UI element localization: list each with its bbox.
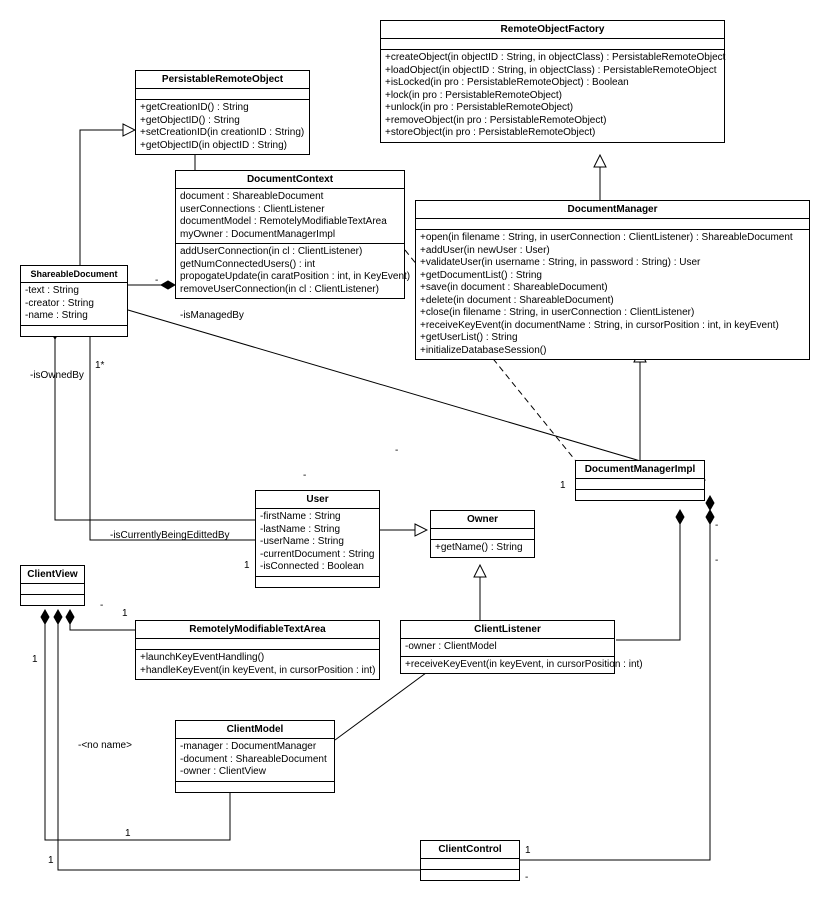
class-title: DocumentContext: [176, 171, 404, 189]
member-row: -owner : ClientView: [180, 766, 330, 779]
member-row: -lastName : String: [260, 524, 375, 537]
member-row: +getDocumentList() : String: [420, 270, 805, 283]
class-title: Owner: [431, 511, 534, 529]
member-row: +getObjectID(in objectID : String): [140, 140, 305, 153]
member-row: +removeObject(in pro : PersistableRemote…: [385, 115, 720, 128]
label-no-name: -<no name>: [78, 740, 132, 751]
class-client-model: ClientModel -manager : DocumentManager-d…: [175, 720, 335, 793]
member-row: +initializeDatabaseSession(): [420, 345, 805, 358]
member-row: +isLocked(in pro : PersistableRemoteObje…: [385, 77, 720, 90]
mult-1star: 1*: [95, 360, 104, 371]
member-row: -owner : ClientModel: [405, 641, 610, 654]
label-is-managed-by: -isManagedBy: [180, 310, 244, 321]
member-row: documentModel : RemotelyModifiableTextAr…: [180, 216, 400, 229]
member-row: +receiveKeyEvent(in keyEvent, in cursorP…: [405, 659, 610, 672]
member-row: myOwner : DocumentManagerImpl: [180, 229, 400, 242]
member-row: -text : String: [25, 285, 123, 298]
class-client-view: ClientView: [20, 565, 85, 606]
member-row: -currentDocument : String: [260, 549, 375, 562]
member-row: +handleKeyEvent(in keyEvent, in cursorPo…: [140, 665, 375, 678]
member-row: userConnections : ClientListener: [180, 204, 400, 217]
class-title: ShareableDocument: [21, 266, 127, 283]
mult-1: 1: [32, 654, 38, 665]
mult-1: 1: [525, 845, 531, 856]
member-row: +createObject(in objectID : String, in o…: [385, 52, 720, 65]
member-row: +save(in document : ShareableDocument): [420, 282, 805, 295]
class-client-control: ClientControl: [420, 840, 520, 881]
member-row: -isConnected : Boolean: [260, 561, 375, 574]
mult-1: 1: [122, 608, 128, 619]
mult-dash: -: [100, 600, 103, 611]
class-user: User -firstName : String-lastName : Stri…: [255, 490, 380, 588]
member-row: -creator : String: [25, 298, 123, 311]
class-client-listener: ClientListener -owner : ClientModel +rec…: [400, 620, 615, 674]
class-title: PersistableRemoteObject: [136, 71, 309, 89]
class-title: ClientModel: [176, 721, 334, 739]
class-title: RemotelyModifiableTextArea: [136, 621, 379, 639]
member-row: +loadObject(in objectID : String, in obj…: [385, 65, 720, 78]
member-row: -document : ShareableDocument: [180, 754, 330, 767]
member-row: +getCreationID() : String: [140, 102, 305, 115]
member-row: +validateUser(in username : String, in p…: [420, 257, 805, 270]
member-row: propogateUpdate(in caratPosition : int, …: [180, 271, 400, 284]
member-row: +unlock(in pro : PersistableRemoteObject…: [385, 102, 720, 115]
label-is-owned-by: -isOwnedBy: [30, 370, 84, 381]
class-title: User: [256, 491, 379, 509]
member-row: +setCreationID(in creationID : String): [140, 127, 305, 140]
class-title: ClientControl: [421, 841, 519, 859]
member-row: -userName : String: [260, 536, 375, 549]
class-title: DocumentManagerImpl: [576, 461, 704, 479]
member-row: +open(in filename : String, in userConne…: [420, 232, 805, 245]
member-row: +launchKeyEventHandling(): [140, 652, 375, 665]
member-row: document : ShareableDocument: [180, 191, 400, 204]
mult-dash: -: [303, 470, 306, 481]
member-row: +close(in filename : String, in userConn…: [420, 307, 805, 320]
mult-dash: -: [715, 555, 718, 566]
member-row: +getUserList() : String: [420, 332, 805, 345]
class-persistable-remote-object: PersistableRemoteObject +getCreationID()…: [135, 70, 310, 155]
member-row: +getObjectID() : String: [140, 115, 305, 128]
member-row: +addUser(in newUser : User): [420, 245, 805, 258]
class-document-context: DocumentContext document : ShareableDocu…: [175, 170, 405, 299]
member-row: +receiveKeyEvent(in documentName : Strin…: [420, 320, 805, 333]
member-row: +getName() : String: [435, 542, 530, 555]
class-title: DocumentManager: [416, 201, 809, 219]
member-row: removeUserConnection(in cl : ClientListe…: [180, 284, 400, 297]
member-row: addUserConnection(in cl : ClientListener…: [180, 246, 400, 259]
class-title: ClientListener: [401, 621, 614, 639]
member-row: +lock(in pro : PersistableRemoteObject): [385, 90, 720, 103]
mult-1: 1: [48, 855, 54, 866]
class-remotely-modifiable-text-area: RemotelyModifiableTextArea +launchKeyEve…: [135, 620, 380, 680]
label-is-currently-being-editted-by: -isCurrentlyBeingEdittedBy: [110, 530, 230, 541]
class-shareable-document: ShareableDocument -text : String-creator…: [20, 265, 128, 337]
mult-1: 1: [244, 560, 250, 571]
member-row: -firstName : String: [260, 511, 375, 524]
member-row: -name : String: [25, 310, 123, 323]
class-title: ClientView: [21, 566, 84, 584]
class-document-manager: DocumentManager +open(in filename : Stri…: [415, 200, 810, 360]
mult-1: 1: [125, 828, 131, 839]
mult-dash: -: [155, 275, 158, 286]
class-remote-object-factory: RemoteObjectFactory +createObject(in obj…: [380, 20, 725, 143]
class-document-manager-impl: DocumentManagerImpl: [575, 460, 705, 501]
member-row: getNumConnectedUsers() : int: [180, 259, 400, 272]
member-row: +storeObject(in pro : PersistableRemoteO…: [385, 127, 720, 140]
mult-dash: -: [395, 445, 398, 456]
member-row: -manager : DocumentManager: [180, 741, 330, 754]
class-owner: Owner +getName() : String: [430, 510, 535, 558]
mult-1: 1: [560, 480, 566, 491]
mult-dash: -: [715, 520, 718, 531]
member-row: +delete(in document : ShareableDocument): [420, 295, 805, 308]
class-title: RemoteObjectFactory: [381, 21, 724, 39]
mult-dash: -: [525, 872, 528, 883]
